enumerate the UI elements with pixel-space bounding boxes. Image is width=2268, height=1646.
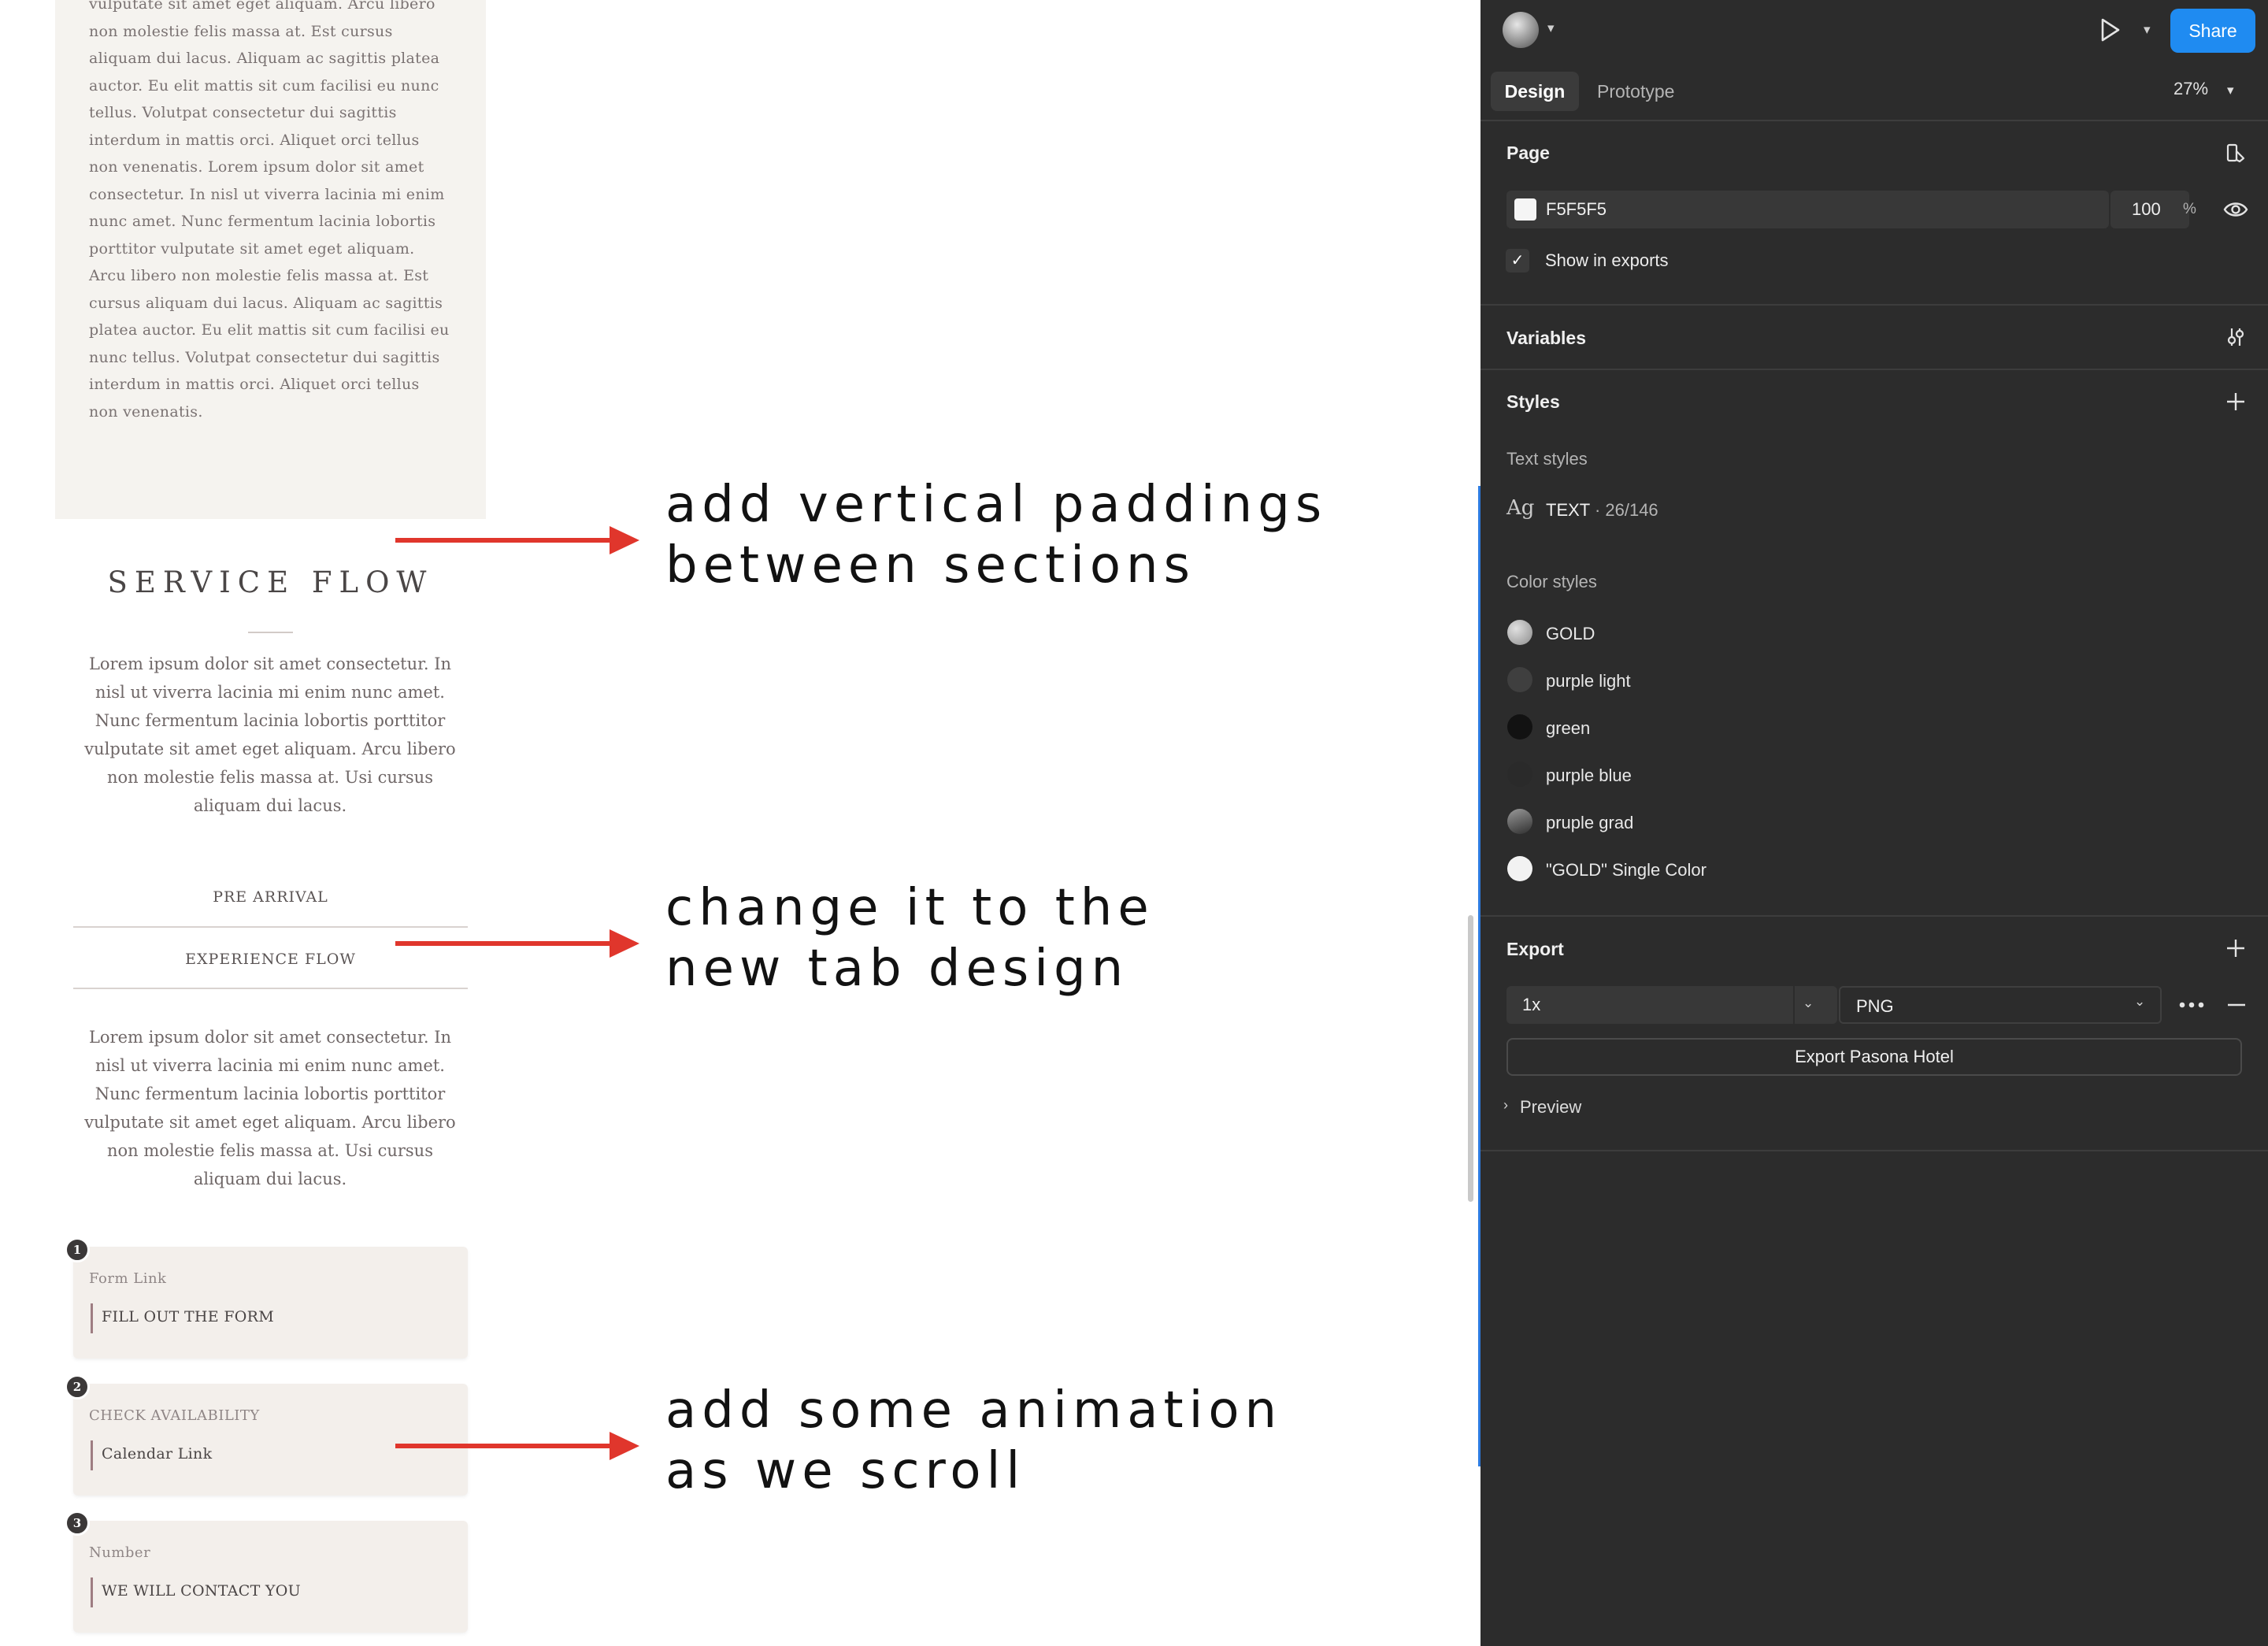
styles-section-title: Styles [1506, 391, 1560, 412]
select-divider [1793, 986, 1795, 1024]
color-swatch-purple-blue[interactable] [1507, 762, 1532, 787]
step-number-badge: 3 [65, 1511, 90, 1536]
step-link[interactable]: FILL OUT THE FORM [102, 1308, 274, 1325]
annotation-arrow-3 [395, 1432, 639, 1460]
page-color-hex[interactable]: F5F5F5 [1546, 199, 1606, 220]
color-swatch-gold-single[interactable] [1507, 856, 1532, 881]
text-styles-label: Text styles [1506, 449, 1588, 469]
color-swatch-pruple-grad[interactable] [1507, 809, 1532, 834]
section-divider [1480, 304, 2268, 306]
color-style-pruple-grad[interactable]: pruple grad [1546, 813, 1633, 833]
color-styles-label: Color styles [1506, 572, 1597, 591]
annotation-note-2: change it to the new tab design [665, 879, 1154, 998]
step-accent-bar [91, 1440, 93, 1470]
remove-export-icon[interactable] [2225, 994, 2248, 1016]
chevron-down-icon: ▾ [2227, 83, 2234, 98]
export-format-value: PNG [1856, 996, 1894, 1016]
chevron-down-icon[interactable]: ⌄ [2134, 994, 2145, 1010]
chevron-right-icon[interactable]: › [1503, 1097, 1508, 1114]
page-section-title: Page [1506, 143, 1550, 163]
export-section-title: Export [1506, 939, 1564, 959]
step-label: CHECK AVAILABILITY [89, 1407, 260, 1424]
share-button[interactable]: Share [2170, 9, 2255, 53]
check-icon: ✓ [1510, 252, 1525, 269]
add-style-icon[interactable] [2225, 391, 2247, 413]
panel-toolbar: ▾ ▾ Share [1480, 0, 2268, 65]
text-style-name: TEXT [1546, 500, 1590, 520]
step-card: Number WE WILL CONTACT YOU [73, 1521, 468, 1633]
export-scale-select[interactable]: 1x [1506, 986, 1837, 1024]
intro-paragraph: Lorem ipsum dolor sit amet consectetur. … [84, 654, 456, 815]
title-divider [248, 632, 293, 633]
chevron-down-icon[interactable]: ⌄ [1803, 995, 1814, 1011]
tab-label: EXPERIENCE FLOW [185, 951, 356, 968]
color-style-gold-single[interactable]: "GOLD" Single Color [1546, 860, 1707, 880]
annotation-note-1: add vertical paddings between sections [665, 476, 1328, 595]
variables-section-title: Variables [1506, 328, 1587, 348]
section-divider [1480, 915, 2268, 917]
step-accent-bar [91, 1303, 93, 1333]
add-export-icon[interactable] [2225, 937, 2247, 959]
annotation-note-3: add some animation as we scroll [665, 1381, 1283, 1500]
color-style-purple-blue[interactable]: purple blue [1546, 766, 1632, 786]
page-opacity-value[interactable]: 100 [2132, 199, 2161, 220]
section-divider [1480, 1150, 2268, 1151]
color-style-purple-light[interactable]: purple light [1546, 671, 1631, 691]
color-swatch-purple-light[interactable] [1507, 667, 1532, 692]
page-color-swatch[interactable] [1514, 198, 1536, 221]
more-options-icon[interactable] [2177, 994, 2206, 1016]
lorem-top-text: vulputate sit amet eget aliquam. Arcu li… [89, 0, 450, 421]
design-panel: ▾ ▾ Share Design Prototype 27% ▾ Page F5F… [1480, 0, 2268, 1646]
export-scale-value: 1x [1522, 995, 1541, 1014]
color-style-green[interactable]: green [1546, 718, 1590, 739]
annotation-arrow-1 [395, 526, 639, 554]
export-button[interactable]: Export Pasona Hotel [1506, 1038, 2242, 1076]
step-number-badge: 1 [65, 1237, 90, 1262]
export-format-select[interactable]: PNG [1839, 986, 2162, 1024]
text-style-detail: · 26/146 [1589, 500, 1658, 520]
color-style-gold[interactable]: GOLD [1546, 624, 1595, 644]
chevron-down-icon[interactable]: ▾ [2144, 22, 2151, 38]
step-number-badge: 2 [65, 1374, 90, 1399]
text-style-item[interactable]: TEXT · 26/146 [1546, 500, 1658, 521]
tab-pre-arrival[interactable]: PRE ARRIVAL [73, 866, 468, 928]
zoom-level[interactable]: 27% ▾ [2174, 79, 2234, 99]
step-label: Form Link [89, 1270, 167, 1287]
annotation-arrow-2 [395, 929, 639, 958]
tab-label: PRE ARRIVAL [213, 888, 328, 906]
chevron-down-icon[interactable]: ▾ [1547, 20, 1555, 36]
step-label: Number [89, 1544, 151, 1561]
text-style-icon: Ag [1506, 496, 1535, 520]
tab-prototype[interactable]: Prototype [1597, 72, 1674, 111]
page-options-icon[interactable] [2225, 141, 2248, 165]
avatar[interactable] [1503, 12, 1539, 48]
show-in-exports-label: Show in exports [1545, 250, 1669, 270]
step-link[interactable]: WE WILL CONTACT YOU [102, 1582, 301, 1600]
zoom-value: 27% [2174, 79, 2209, 98]
step-accent-bar [91, 1577, 93, 1607]
section-divider [1480, 369, 2268, 370]
canvas-scrollbar[interactable] [1468, 915, 1473, 1202]
show-in-exports-checkbox[interactable]: ✓ [1506, 249, 1529, 272]
play-icon[interactable] [2096, 16, 2124, 44]
eye-icon[interactable] [2222, 198, 2249, 221]
design-canvas[interactable]: vulputate sit amet eget aliquam. Arcu li… [0, 0, 1480, 1646]
step-card: Form Link FILL OUT THE FORM [73, 1247, 468, 1359]
tab-paragraph: Lorem ipsum dolor sit amet consectetur. … [84, 1028, 456, 1188]
color-swatch-green[interactable] [1507, 714, 1532, 740]
opacity-unit: % [2183, 201, 2196, 217]
tab-design[interactable]: Design [1491, 72, 1579, 111]
preview-toggle[interactable]: Preview [1520, 1097, 1581, 1118]
service-flow-title: SERVICE FLOW [107, 565, 434, 599]
panel-tabs: Design Prototype [1480, 65, 2268, 121]
step-link[interactable]: Calendar Link [102, 1445, 212, 1462]
color-swatch-gold[interactable] [1507, 620, 1532, 645]
variables-settings-icon[interactable] [2224, 325, 2248, 349]
